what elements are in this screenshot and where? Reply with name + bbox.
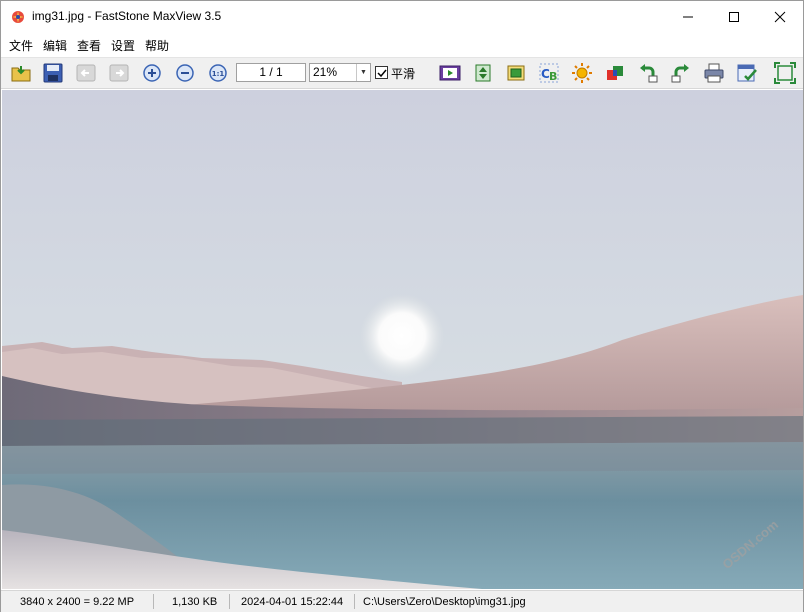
file-datetime: 2024-04-01 15:22:44	[241, 596, 344, 608]
slideshow-icon	[439, 65, 461, 81]
status-divider	[153, 594, 154, 609]
resize-image-icon	[475, 64, 491, 82]
menu-edit[interactable]: 编辑	[43, 37, 67, 54]
image-viewer[interactable]	[2, 90, 803, 589]
menu-bar: 文件 编辑 查看 设置 帮助	[1, 32, 803, 56]
previous-button[interactable]	[74, 61, 98, 85]
print-icon	[704, 63, 724, 83]
save-icon	[43, 63, 63, 83]
zoom-in-button[interactable]	[140, 61, 164, 85]
fullscreen-button[interactable]	[773, 61, 797, 85]
svg-text:B: B	[549, 70, 557, 83]
zoom-out-button[interactable]	[173, 61, 197, 85]
settings-button[interactable]	[735, 61, 759, 85]
status-divider	[354, 594, 355, 609]
colors-button[interactable]	[603, 61, 627, 85]
brightness-button[interactable]	[570, 61, 594, 85]
status-bar: 3840 x 2400 = 9.22 MP 1,130 KB 2024-04-0…	[1, 590, 803, 612]
text-button[interactable]: C B	[537, 61, 561, 85]
colors-icon	[607, 66, 623, 80]
open-button[interactable]	[9, 61, 33, 85]
crop-icon	[507, 65, 525, 81]
brightness-icon	[572, 63, 592, 83]
next-disabled-icon	[109, 64, 129, 82]
menu-file[interactable]: 文件	[9, 37, 33, 54]
text-icon: C B	[539, 63, 559, 83]
app-window: img31.jpg - FastStone MaxView 3.5 文件 编辑 …	[0, 0, 804, 612]
file-size: 1,130 KB	[172, 596, 218, 608]
close-button[interactable]	[757, 1, 803, 32]
rotate-right-button[interactable]	[669, 61, 693, 85]
zoom-in-icon	[143, 64, 161, 82]
actual-size-icon: 1:1	[209, 64, 227, 82]
rotate-left-icon	[640, 64, 658, 83]
title-bar[interactable]: img31.jpg - FastStone MaxView 3.5	[1, 1, 803, 32]
file-path: C:\Users\Zero\Desktop\img31.jpg	[363, 596, 526, 608]
smooth-checkbox[interactable]	[375, 66, 388, 79]
resize-button[interactable]	[471, 61, 495, 85]
rotate-right-icon	[671, 64, 689, 83]
fullscreen-icon	[774, 62, 796, 84]
image-dimensions: 3840 x 2400 = 9.22 MP	[20, 596, 135, 608]
close-icon	[774, 11, 786, 22]
zoom-select[interactable]: 21% ▼	[309, 63, 371, 82]
menu-view[interactable]: 查看	[77, 37, 101, 54]
faststone-app-icon	[10, 9, 26, 25]
menu-settings[interactable]: 设置	[111, 37, 135, 54]
status-divider	[229, 594, 230, 609]
photo-desert-lake	[2, 90, 803, 589]
print-button[interactable]	[702, 61, 726, 85]
checkmark-icon	[376, 69, 387, 77]
save-button[interactable]	[41, 61, 65, 85]
previous-disabled-icon	[76, 64, 96, 82]
actual-size-button[interactable]: 1:1	[206, 61, 230, 85]
crop-button[interactable]	[504, 61, 528, 85]
maximize-button[interactable]	[711, 1, 757, 32]
open-folder-icon	[11, 66, 31, 82]
minimize-button[interactable]	[665, 1, 711, 32]
maximize-icon	[729, 11, 739, 22]
page-indicator: 1 / 1	[236, 63, 306, 82]
chevron-down-icon[interactable]: ▼	[356, 64, 370, 81]
minimize-icon	[683, 16, 693, 17]
next-button[interactable]	[107, 61, 131, 85]
smooth-label: 平滑	[391, 67, 416, 81]
settings-icon	[737, 64, 757, 82]
slideshow-button[interactable]	[438, 61, 462, 85]
rotate-left-button[interactable]	[636, 61, 660, 85]
zoom-out-icon	[176, 64, 194, 82]
svg-text:1:1: 1:1	[212, 70, 225, 78]
menu-help[interactable]: 帮助	[145, 37, 169, 54]
window-title: img31.jpg - FastStone MaxView 3.5	[32, 9, 222, 23]
zoom-value: 21%	[313, 65, 338, 79]
